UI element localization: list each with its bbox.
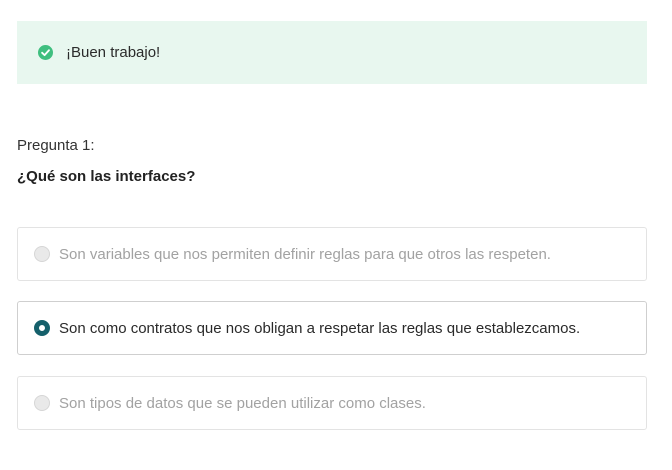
question-title: ¿Qué son las interfaces? xyxy=(17,168,196,185)
quiz-page: ¡Buen trabajo! Pregunta 1: ¿Qué son las … xyxy=(0,0,672,470)
radio-button[interactable] xyxy=(34,246,50,262)
check-circle-icon xyxy=(38,45,53,60)
answer-option-3[interactable]: Son tipos de datos que se pueden utiliza… xyxy=(17,376,647,430)
radio-button[interactable] xyxy=(34,395,50,411)
answer-option-label: Son tipos de datos que se pueden utiliza… xyxy=(59,394,426,412)
answer-option-label: Son como contratos que nos obligan a res… xyxy=(59,319,581,337)
success-message: ¡Buen trabajo! xyxy=(66,44,161,61)
answer-option-2[interactable]: Son como contratos que nos obligan a res… xyxy=(17,301,647,355)
answer-option-label: Son variables que nos permiten definir r… xyxy=(59,245,551,263)
answer-option-1[interactable]: Son variables que nos permiten definir r… xyxy=(17,227,647,281)
success-banner: ¡Buen trabajo! xyxy=(17,21,647,84)
question-number: Pregunta 1: xyxy=(17,137,95,154)
radio-button-selected[interactable] xyxy=(34,320,50,336)
